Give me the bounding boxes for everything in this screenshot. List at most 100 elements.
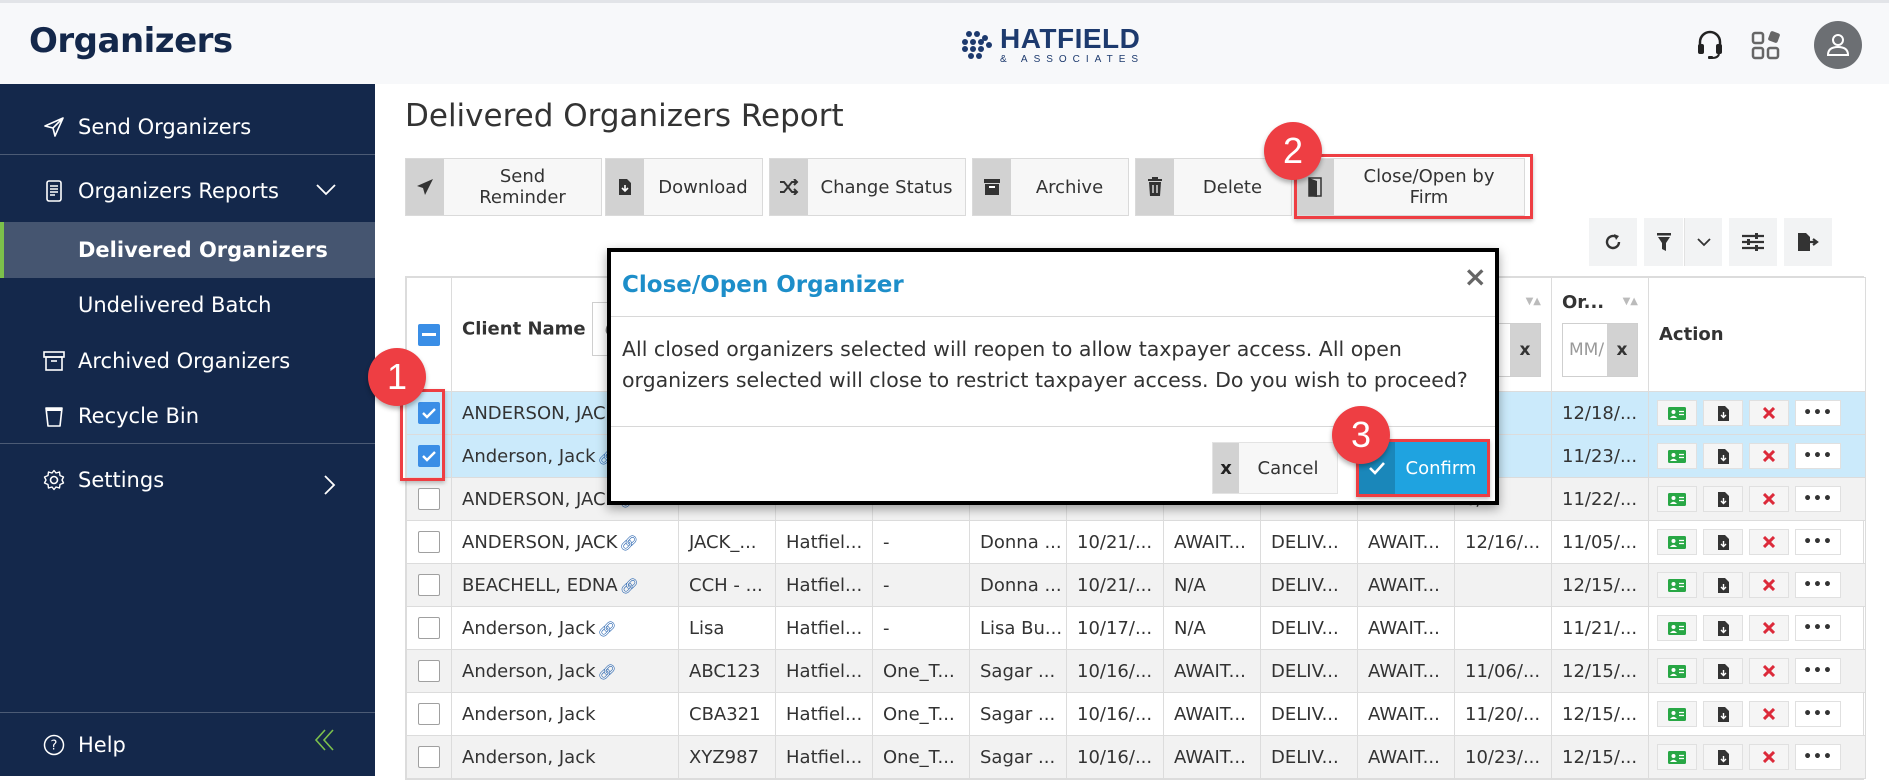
clear-filter-button[interactable]: x — [1510, 324, 1540, 376]
row-checkbox[interactable] — [418, 402, 440, 424]
sidebar-item-archived-organizers[interactable]: Archived Organizers — [0, 333, 375, 389]
table-row[interactable]: Anderson, Jack CBA321 Hatfiel... One_T... Sa… — [406, 692, 1866, 736]
sort-icon[interactable]: ▼▲ — [1623, 296, 1638, 307]
client-info-button[interactable] — [1657, 615, 1697, 641]
delete-row-button[interactable] — [1749, 443, 1789, 469]
download-row-button[interactable] — [1703, 529, 1743, 555]
row-checkbox[interactable] — [418, 746, 440, 768]
client-info-button[interactable] — [1657, 572, 1697, 598]
table-cell: Hatfiel... — [775, 520, 873, 564]
sidebar-item-settings[interactable]: Settings — [0, 452, 375, 508]
more-options-button[interactable]: ••• — [1795, 400, 1841, 426]
delete-row-button[interactable] — [1749, 400, 1789, 426]
download-row-button[interactable] — [1703, 658, 1743, 684]
filter-dropdown-button[interactable] — [1684, 218, 1722, 266]
close-open-by-firm-button[interactable]: Close/Open by Firm — [1295, 158, 1525, 216]
download-row-button[interactable] — [1703, 615, 1743, 641]
support-button[interactable] — [1690, 25, 1730, 65]
more-options-button[interactable]: ••• — [1795, 572, 1841, 598]
linked-client-icon[interactable]: 🔗︎ — [598, 620, 617, 638]
more-options-button[interactable]: ••• — [1795, 658, 1841, 684]
download-row-button[interactable] — [1703, 486, 1743, 512]
table-cell: - — [872, 563, 970, 607]
row-checkbox[interactable] — [418, 574, 440, 596]
date-filter-input[interactable]: MM/ — [1563, 324, 1607, 376]
delete-row-button[interactable] — [1749, 744, 1789, 770]
download-row-button[interactable] — [1703, 400, 1743, 426]
more-options-button[interactable]: ••• — [1795, 744, 1841, 770]
client-info-button[interactable] — [1657, 486, 1697, 512]
download-row-button[interactable] — [1703, 572, 1743, 598]
apps-button[interactable] — [1747, 25, 1787, 65]
table-row[interactable]: Anderson, Jack 🔗︎ Lisa Hatfiel... - Lisa Bu..… — [406, 606, 1866, 650]
row-checkbox[interactable] — [418, 660, 440, 682]
more-options-button[interactable]: ••• — [1795, 529, 1841, 555]
column-header-date-11[interactable]: Or... ▼▲ MM/ x — [1551, 277, 1649, 392]
row-checkbox[interactable] — [418, 703, 440, 725]
table-cell: DELIV... — [1260, 692, 1358, 736]
close-icon[interactable]: × — [1464, 260, 1487, 293]
filter-button[interactable] — [1644, 218, 1683, 266]
client-info-button[interactable] — [1657, 658, 1697, 684]
delete-row-button[interactable] — [1749, 486, 1789, 512]
user-avatar[interactable] — [1814, 21, 1862, 69]
row-checkbox[interactable] — [418, 531, 440, 553]
download-row-button[interactable] — [1703, 443, 1743, 469]
delete-row-button[interactable] — [1749, 658, 1789, 684]
delete-row-button[interactable] — [1749, 701, 1789, 727]
row-checkbox[interactable] — [418, 488, 440, 510]
linked-client-icon[interactable]: 🔗︎ — [619, 534, 638, 552]
client-card-icon — [1668, 578, 1686, 592]
archive-icon — [42, 349, 66, 373]
collapse-sidebar-button[interactable] — [314, 728, 336, 756]
row-actions-cell: ••• — [1648, 606, 1866, 650]
row-select-cell — [406, 477, 452, 521]
gear-icon — [42, 468, 66, 492]
linked-client-icon[interactable]: 🔗︎ — [598, 663, 617, 681]
date-filter[interactable]: MM/ x — [1562, 323, 1638, 377]
send-reminder-button[interactable]: Send Reminder — [405, 158, 602, 216]
linked-client-icon[interactable]: 🔗︎ — [620, 577, 639, 595]
row-checkbox[interactable] — [418, 617, 440, 639]
cancel-button[interactable]: x Cancel — [1212, 442, 1338, 494]
sidebar-item-organizers-reports[interactable]: Organizers Reports — [0, 163, 375, 219]
client-info-button[interactable] — [1657, 443, 1697, 469]
archive-icon — [973, 159, 1011, 215]
client-info-button[interactable] — [1657, 744, 1697, 770]
delete-row-button[interactable] — [1749, 615, 1789, 641]
table-row[interactable]: Anderson, Jack XYZ987 Hatfiel... One_T... Sa… — [406, 735, 1866, 779]
sidebar-item-send-organizers[interactable]: Send Organizers — [0, 99, 375, 155]
client-name: Anderson, Jack — [462, 660, 596, 682]
change-status-button[interactable]: Change Status — [769, 158, 966, 216]
archive-button[interactable]: Archive — [972, 158, 1129, 216]
sidebar-item-label: Undelivered Batch — [78, 293, 272, 317]
more-options-button[interactable]: ••• — [1795, 486, 1841, 512]
column-settings-button[interactable] — [1729, 218, 1777, 266]
sidebar-item-recycle-bin[interactable]: Recycle Bin — [0, 388, 375, 444]
delete-x-icon — [1763, 708, 1775, 720]
row-checkbox[interactable] — [418, 445, 440, 467]
table-row[interactable]: ANDERSON, JACK 🔗︎ JACK_... Hatfiel... - Donna… — [406, 520, 1866, 564]
delete-row-button[interactable] — [1749, 572, 1789, 598]
client-info-button[interactable] — [1657, 400, 1697, 426]
table-cell: One_T... — [872, 735, 970, 779]
delete-row-button[interactable] — [1749, 529, 1789, 555]
download-row-button[interactable] — [1703, 744, 1743, 770]
clear-filter-button[interactable]: x — [1607, 324, 1637, 376]
select-all-checkbox[interactable] — [418, 323, 440, 346]
sort-icon[interactable]: ▼▲ — [1526, 296, 1541, 307]
more-options-button[interactable]: ••• — [1795, 701, 1841, 727]
table-row[interactable]: Anderson, Jack 🔗︎ ABC123 Hatfiel... One_T...… — [406, 649, 1866, 693]
export-button[interactable] — [1784, 218, 1832, 266]
table-row[interactable]: BEACHELL, EDNA 🔗︎ CCH - ... Hatfiel... - Donn… — [406, 563, 1866, 607]
download-button[interactable]: Download — [605, 158, 763, 216]
sidebar-item-undelivered-batch[interactable]: Undelivered Batch — [0, 277, 375, 333]
sidebar-item-delivered-organizers[interactable]: Delivered Organizers — [0, 222, 375, 278]
client-info-button[interactable] — [1657, 701, 1697, 727]
table-cell: AWAIT... — [1163, 649, 1261, 693]
refresh-button[interactable] — [1589, 218, 1637, 266]
client-info-button[interactable] — [1657, 529, 1697, 555]
more-options-button[interactable]: ••• — [1795, 443, 1841, 469]
more-options-button[interactable]: ••• — [1795, 615, 1841, 641]
download-row-button[interactable] — [1703, 701, 1743, 727]
